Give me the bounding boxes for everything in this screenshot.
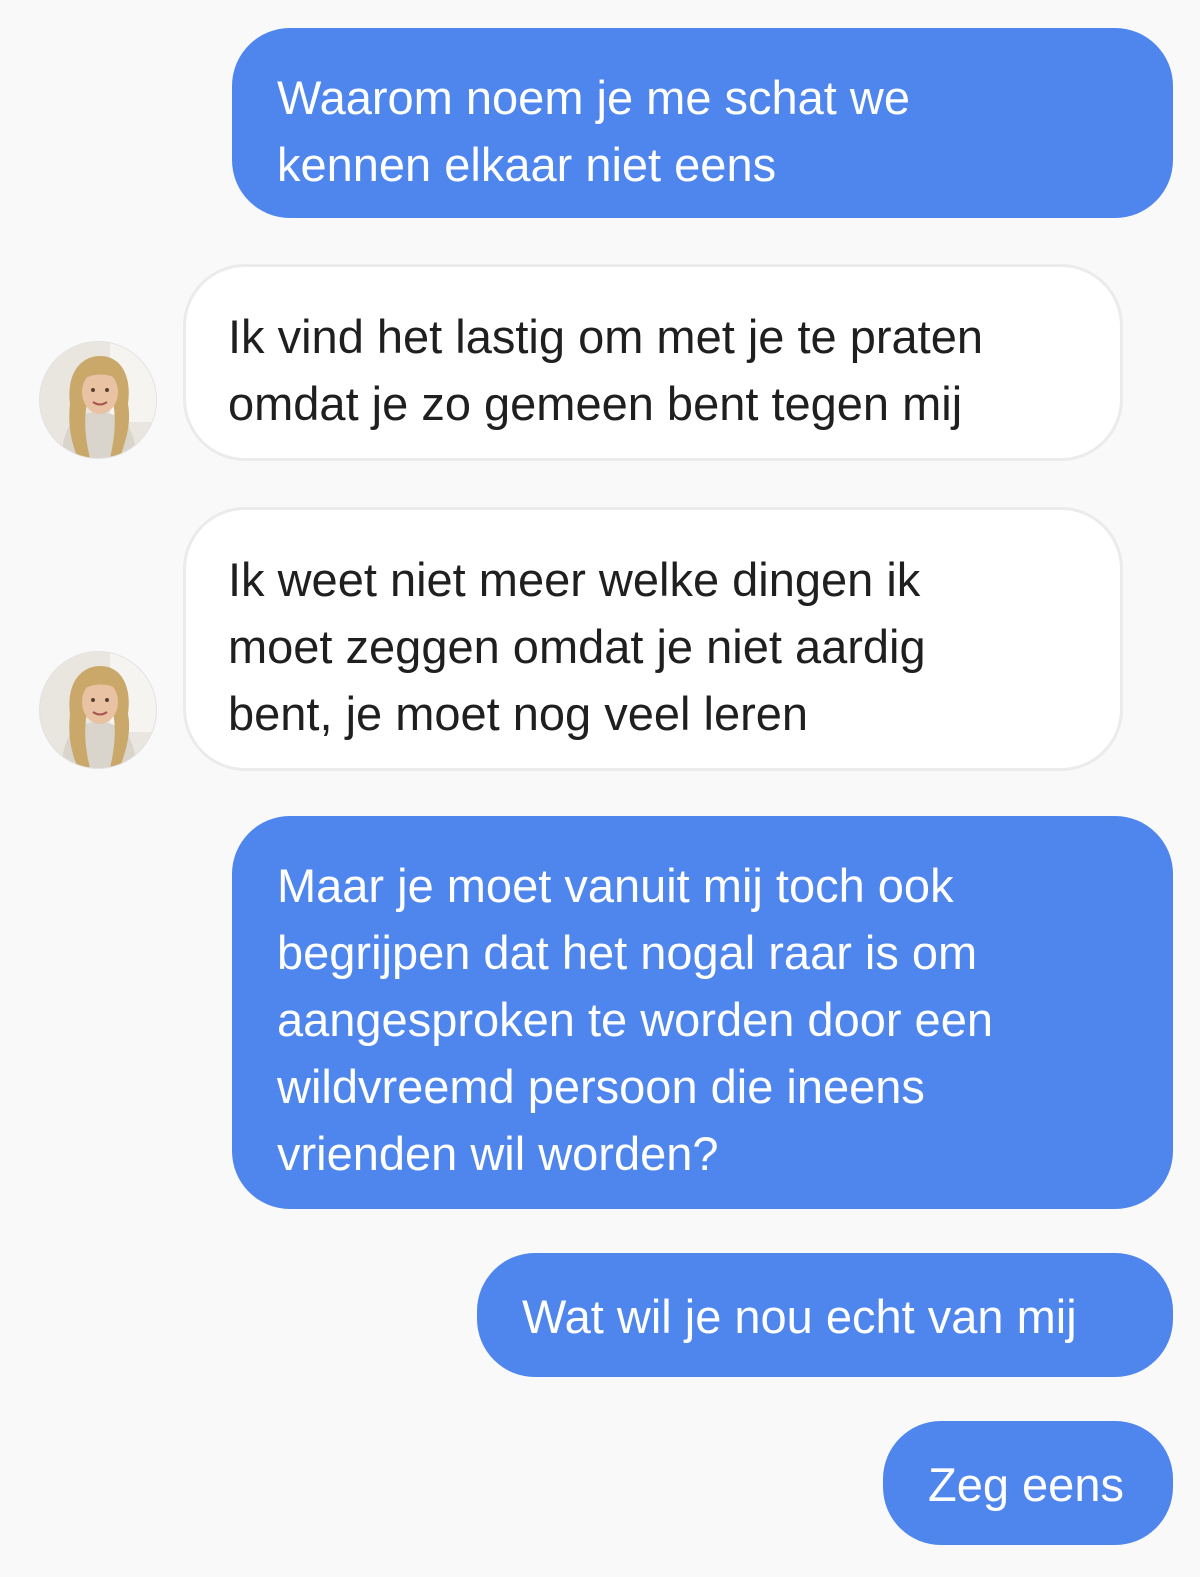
- sent-message-bubble: Zeg eens: [883, 1421, 1173, 1545]
- received-message-bubble: Ik weet niet meer welke dingen ik moet z…: [183, 507, 1123, 771]
- sent-message-bubble: Waarom noem je me schat we kennen elkaar…: [232, 28, 1173, 218]
- message-text: Waarom noem je me schat we kennen elkaar…: [277, 71, 910, 191]
- contact-avatar[interactable]: [40, 652, 156, 768]
- message-text: Maar je moet vanuit mij toch ook begrijp…: [277, 859, 993, 1180]
- message-text: Ik weet niet meer welke dingen ik moet z…: [228, 553, 926, 740]
- sent-message-bubble: Wat wil je nou echt van mij: [477, 1253, 1173, 1377]
- contact-avatar[interactable]: [40, 342, 156, 458]
- contact-avatar-photo-icon: [40, 652, 156, 768]
- contact-avatar-photo-icon: [40, 342, 156, 458]
- sent-message-bubble: Maar je moet vanuit mij toch ook begrijp…: [232, 816, 1173, 1209]
- received-message-bubble: Ik vind het lastig om met je te praten o…: [183, 264, 1123, 461]
- message-text: Wat wil je nou echt van mij: [522, 1290, 1077, 1343]
- message-text: Zeg eens: [928, 1458, 1124, 1511]
- message-text: Ik vind het lastig om met je te praten o…: [228, 310, 983, 430]
